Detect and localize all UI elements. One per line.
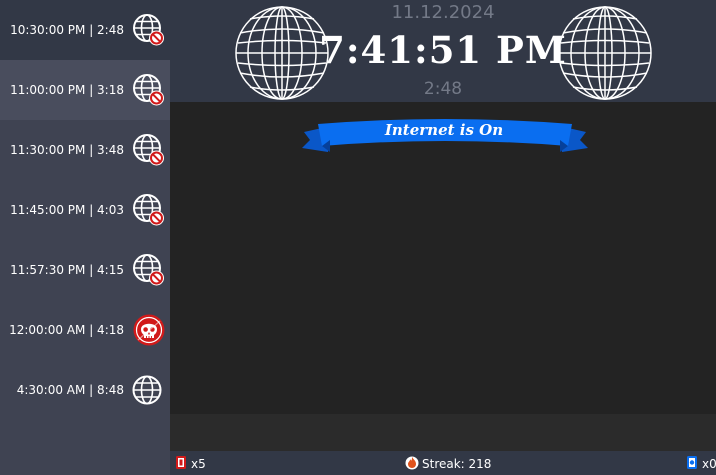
globe-blocked-icon (132, 73, 166, 107)
schedule-item[interactable]: 11:30:00 PM | 3:48 (0, 120, 170, 180)
left-count: x5 (191, 456, 206, 471)
globe-blocked-icon (132, 253, 166, 287)
left-counter: x5 (173, 454, 206, 473)
schedule-item[interactable]: 11:00:00 PM | 3:18 (0, 60, 170, 120)
current-date: 11.12.2024 (391, 2, 495, 23)
flame-icon (404, 454, 420, 473)
right-count: x0 (702, 456, 716, 471)
globe-blocked-icon (132, 13, 166, 47)
schedule-item-label: 12:00:00 AM | 4:18 (9, 323, 124, 337)
schedule-item[interactable]: 10:30:00 PM | 2:48 (0, 0, 170, 60)
current-time: 7:41:51 PM (319, 28, 567, 72)
streak-label: Streak: 218 (422, 456, 492, 471)
internet-status-text: Internet is On (384, 121, 504, 139)
skull-icon (132, 313, 166, 347)
schedule-item-label: 11:30:00 PM | 3:48 (10, 143, 124, 157)
globe-icon (132, 373, 166, 407)
streak-counter: Streak: 218 (404, 454, 491, 473)
schedule-item-label: 11:45:00 PM | 4:03 (10, 203, 124, 217)
schedule-item-label: 4:30:00 AM | 8:48 (16, 383, 124, 397)
schedule-item[interactable]: 12:00:00 AM | 4:18 (0, 300, 170, 360)
bottom-strip (170, 414, 716, 451)
schedule-item-label: 11:00:00 PM | 3:18 (10, 83, 124, 97)
globe-blocked-icon (132, 133, 166, 167)
schedule-item[interactable]: 11:57:30 PM | 4:15 (0, 240, 170, 300)
schedule-sidebar: 10:30:00 PM | 2:48 11:00:00 PM | 3:18 11… (0, 0, 170, 475)
schedule-item[interactable]: 11:45:00 PM | 4:03 (0, 180, 170, 240)
schedule-item[interactable]: 4:30:00 AM | 8:48 (0, 360, 170, 420)
blue-item-icon (684, 454, 700, 473)
red-item-icon (173, 454, 189, 473)
schedule-item-label: 10:30:00 PM | 2:48 (10, 23, 124, 37)
schedule-item-label: 11:57:30 PM | 4:15 (10, 263, 124, 277)
globe-blocked-icon (132, 193, 166, 227)
countdown-timer: 2:48 (423, 79, 463, 99)
right-counter: x0 (684, 454, 716, 473)
